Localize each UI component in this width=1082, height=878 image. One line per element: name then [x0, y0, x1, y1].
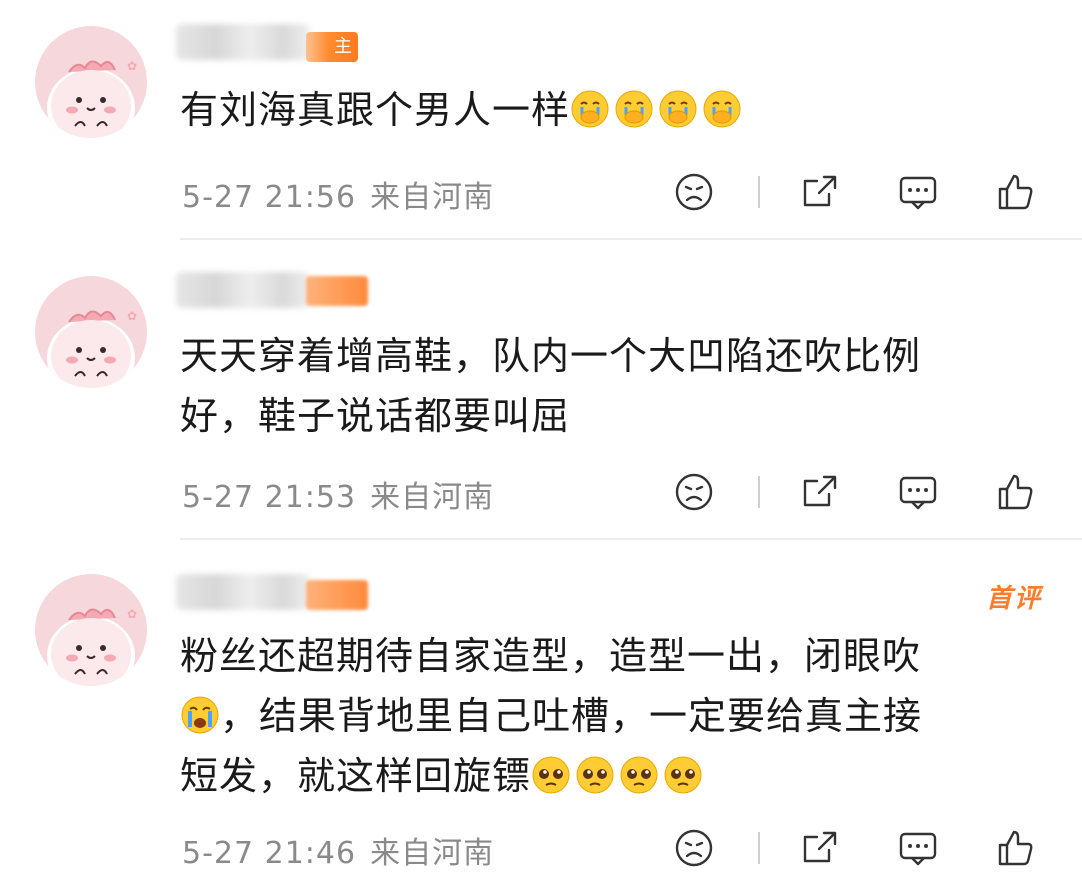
crying-cover-mouth-icon [659, 90, 697, 128]
comment-meta: 5-27 21:46 来自河南 [182, 828, 494, 872]
comment-text-line-body: 短发，就这样回旋镖 [180, 754, 532, 798]
thumbs-up-icon[interactable] [994, 826, 1038, 870]
crying-cover-mouth-icon [615, 90, 653, 128]
comment-meta: 5-27 21:53 来自河南 [182, 472, 494, 516]
comment-text: 粉丝还超期待自家造型，造型一出，闭眼吹 ，结果背地里自己吐槽，一定要给真主接 短… [180, 626, 1040, 806]
thumbs-up-icon[interactable] [994, 170, 1038, 214]
fan-badge: 主 [306, 32, 358, 62]
comment-actions [672, 170, 1052, 214]
fan-badge-blurred [306, 276, 368, 306]
comment-text: 天天穿着增高鞋，队内一个大凹陷还吹比例 好，鞋子说话都要叫屈 [180, 326, 1040, 446]
pleading-face-icon [576, 756, 614, 794]
comment-text-line: 粉丝还超期待自家造型，造型一出，闭眼吹 [180, 634, 922, 678]
avatar[interactable]: ✿ [35, 276, 147, 388]
comment-text-line-rest: ，结果背地里自己吐槽，一定要给真主接 [220, 694, 923, 738]
pleading-face-icon [532, 756, 570, 794]
action-separator [758, 832, 760, 864]
thumbs-up-icon[interactable] [994, 470, 1038, 514]
pleading-face-icon [620, 756, 658, 794]
share-icon[interactable] [798, 470, 842, 514]
username-blurred[interactable] [176, 574, 310, 610]
avatar[interactable]: ✿ [35, 26, 147, 138]
fan-badge-blurred [306, 580, 368, 610]
action-separator [758, 476, 760, 508]
comment-divider [180, 238, 1082, 240]
comment-divider [180, 538, 1082, 540]
comment-icon[interactable] [896, 470, 940, 514]
comment-location: 来自河南 [370, 836, 495, 871]
comment-icon[interactable] [896, 170, 940, 214]
svg-text:✿: ✿ [127, 309, 137, 323]
comment-time: 5-27 21:46 [182, 836, 357, 871]
comment-text-line: 好，鞋子说话都要叫屈 [180, 394, 571, 438]
svg-text:✿: ✿ [127, 607, 137, 621]
crying-cover-mouth-icon [703, 90, 741, 128]
frown-face-icon[interactable] [672, 470, 716, 514]
frown-face-icon[interactable] [672, 170, 716, 214]
username-blurred[interactable] [176, 272, 310, 308]
comment-location: 来自河南 [370, 180, 495, 215]
comment-actions [672, 470, 1052, 514]
pleading-face-icon [664, 756, 702, 794]
comment-meta: 5-27 21:56 来自河南 [182, 172, 494, 216]
loud-crying-icon [181, 696, 219, 734]
share-icon[interactable] [798, 170, 842, 214]
comment-location: 来自河南 [370, 480, 495, 515]
comment-text-body: 有刘海真跟个男人一样 [180, 88, 571, 132]
comment-text-line: ，结果背地里自己吐槽，一定要给真主接 [180, 686, 1040, 746]
comment-text-line: 短发，就这样回旋镖 [180, 746, 1040, 806]
comment-text-line: 天天穿着增高鞋，队内一个大凹陷还吹比例 [180, 334, 922, 378]
share-icon[interactable] [798, 826, 842, 870]
first-comment-tag: 首评 [985, 584, 1042, 614]
comment-actions [672, 826, 1052, 870]
frown-face-icon[interactable] [672, 826, 716, 870]
avatar-dino-icon: ✿ [47, 607, 137, 686]
crying-cover-mouth-icon [571, 90, 609, 128]
comment-time: 5-27 21:53 [182, 480, 357, 515]
comment-time: 5-27 21:56 [182, 180, 357, 215]
avatar-dino-icon: ✿ [47, 309, 137, 388]
username-blurred[interactable] [176, 24, 310, 60]
avatar-dino-icon: ✿ [47, 59, 137, 138]
svg-text:✿: ✿ [127, 59, 137, 73]
avatar[interactable]: ✿ [35, 574, 147, 686]
action-separator [758, 176, 760, 208]
comment-text: 有刘海真跟个男人一样 [180, 80, 1040, 140]
comment-icon[interactable] [896, 826, 940, 870]
